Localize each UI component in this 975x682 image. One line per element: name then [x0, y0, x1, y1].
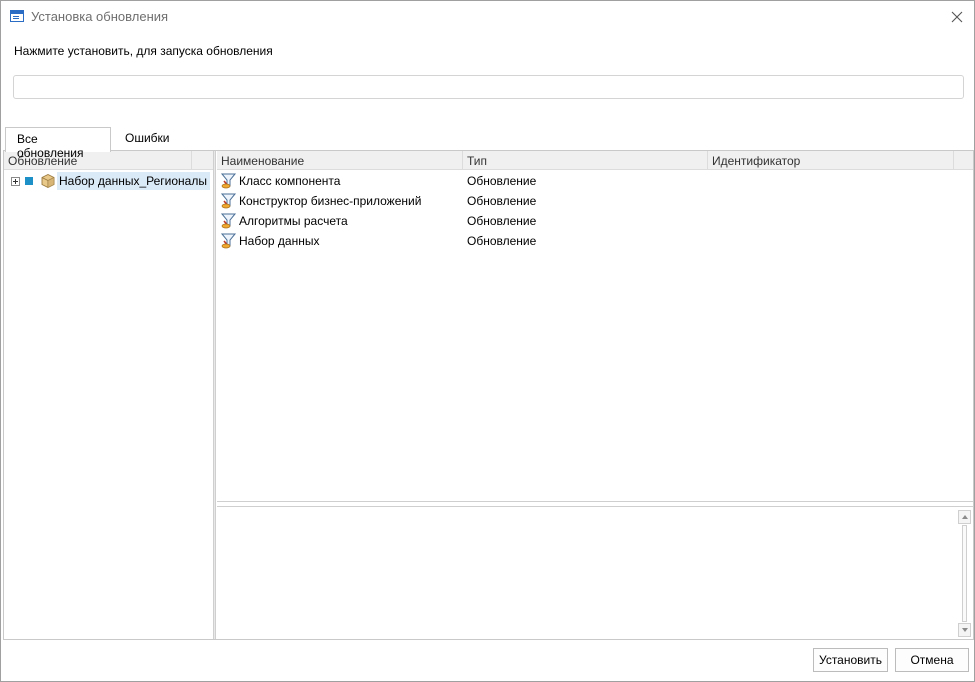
pane-splitter[interactable] — [213, 151, 216, 639]
column-header-identifier[interactable]: Идентификатор — [708, 151, 954, 170]
cell-type: Обновление — [467, 194, 537, 208]
update-item-icon — [220, 173, 237, 189]
table-row[interactable]: Алгоритмы расчета Обновление — [217, 211, 954, 231]
updates-grid: Наименование Тип Идентификатор Класс ком… — [217, 151, 973, 502]
update-item-icon — [220, 213, 237, 229]
tree-item-label[interactable]: Набор данных_Регионалы — [57, 172, 210, 190]
tab-errors[interactable]: Ошибки — [114, 127, 181, 151]
detail-scrollbar[interactable] — [958, 510, 971, 637]
column-header-filler — [954, 151, 973, 170]
grid-header: Наименование Тип Идентификатор — [217, 151, 973, 170]
tree-item[interactable]: Набор данных_Регионалы — [4, 171, 213, 191]
arrow-up-icon — [961, 515, 968, 519]
tree-checkbox[interactable] — [25, 177, 33, 185]
arrow-down-icon — [961, 628, 968, 632]
cell-type: Обновление — [467, 214, 537, 228]
instruction-text: Нажмите установить, для запуска обновлен… — [14, 44, 273, 58]
tab-strip: Все обновления Ошибки — [5, 127, 972, 160]
table-row[interactable]: Класс компонента Обновление — [217, 171, 954, 191]
scroll-down-button[interactable] — [958, 623, 971, 637]
close-button[interactable] — [940, 1, 974, 32]
column-header-type[interactable]: Тип — [463, 151, 708, 170]
window-title: Установка обновления — [31, 9, 169, 24]
update-item-icon — [220, 193, 237, 209]
cell-name: Алгоритмы расчета — [239, 214, 348, 228]
cancel-button[interactable]: Отмена — [895, 648, 969, 672]
progress-field — [13, 75, 964, 99]
table-row[interactable]: Конструктор бизнес-приложений Обновление — [217, 191, 954, 211]
scroll-up-button[interactable] — [958, 510, 971, 524]
update-tree-panel: Обновление Набор данных_Регионалы — [4, 151, 213, 639]
title-bar: Установка обновления — [1, 1, 974, 32]
cube-icon — [41, 173, 55, 189]
column-header-name[interactable]: Наименование — [217, 151, 463, 170]
cell-name: Класс компонента — [239, 174, 341, 188]
cell-name: Набор данных — [239, 234, 320, 248]
scroll-track[interactable] — [962, 525, 967, 622]
cell-type: Обновление — [467, 174, 537, 188]
expand-icon[interactable] — [11, 177, 20, 186]
detail-text-area[interactable] — [217, 506, 973, 639]
cell-type: Обновление — [467, 234, 537, 248]
tab-all-updates[interactable]: Все обновления — [5, 127, 111, 160]
table-row[interactable]: Набор данных Обновление — [217, 231, 954, 251]
install-button[interactable]: Установить — [813, 648, 888, 672]
update-install-dialog: Установка обновления Нажмите установить,… — [0, 0, 975, 682]
updates-grid-panel: Наименование Тип Идентификатор Класс ком… — [217, 151, 973, 639]
close-icon — [951, 11, 963, 22]
window-icon — [10, 10, 24, 22]
update-item-icon — [220, 233, 237, 249]
cell-name: Конструктор бизнес-приложений — [239, 194, 422, 208]
tab-content: Обновление Набор данных_Регионалы Наимен… — [3, 150, 974, 640]
